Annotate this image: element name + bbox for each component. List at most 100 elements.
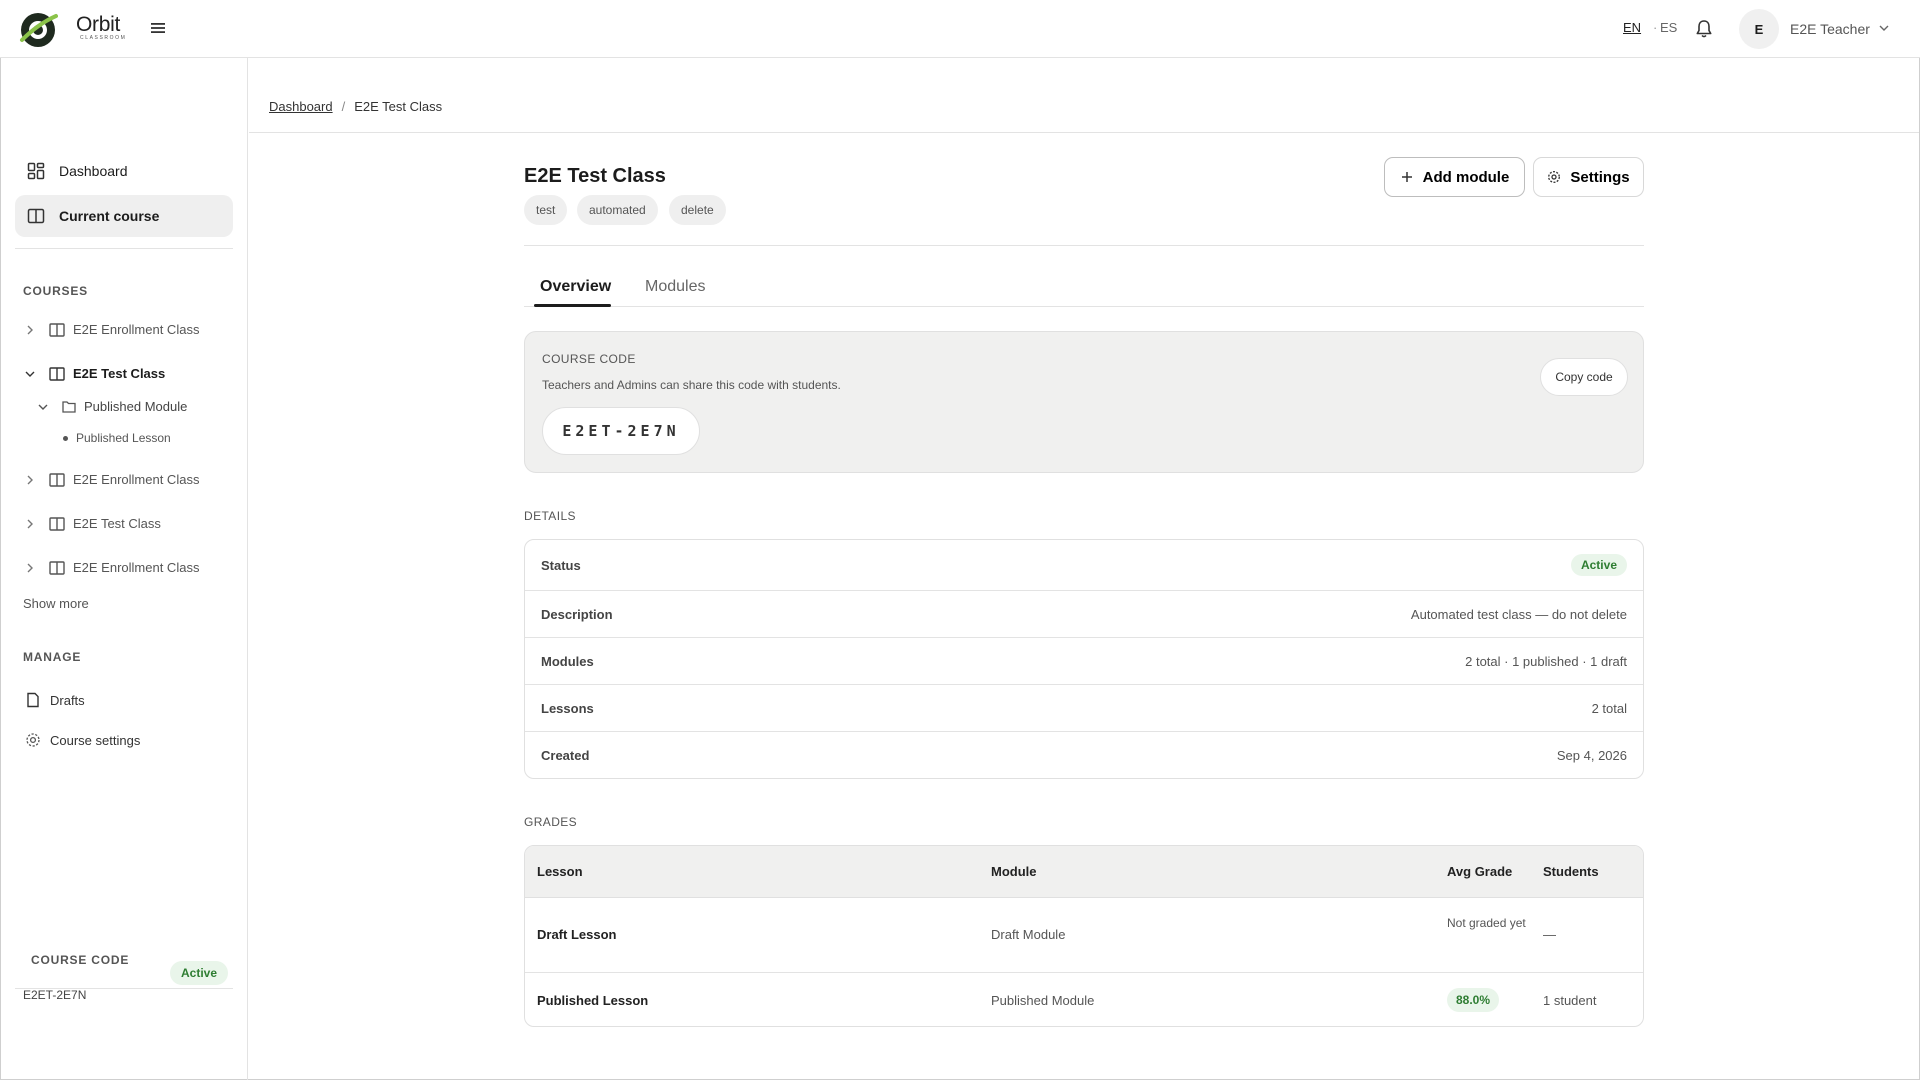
- sidebar-status-badge: Active: [170, 961, 229, 985]
- chevron-right-icon[interactable]: [25, 563, 35, 573]
- grades-heading: GRADES: [524, 815, 578, 829]
- breadcrumb-separator: /: [341, 99, 346, 114]
- course-label: E2E Test Class: [73, 516, 161, 531]
- add-module-button[interactable]: Add module: [1384, 157, 1525, 197]
- lesson-cell: Published Lesson: [537, 993, 649, 1008]
- grades-table: Lesson Module Avg Grade Students Draft L…: [524, 845, 1644, 1027]
- sidebar-item-label: Current course: [59, 208, 160, 224]
- page-title: E2E Test Class: [524, 165, 666, 187]
- active-tab-indicator: [534, 304, 611, 307]
- show-more-link[interactable]: Show more: [23, 596, 89, 611]
- sidebar-course-item[interactable]: E2E Enrollment Class: [25, 560, 199, 575]
- document-icon: [27, 692, 39, 708]
- sidebar-item-label: Dashboard: [59, 163, 128, 179]
- copy-code-button[interactable]: Copy code: [1540, 358, 1628, 396]
- user-avatar[interactable]: E: [1739, 9, 1779, 49]
- details-key: Lessons: [541, 701, 594, 716]
- grades-table-header: Lesson Module Avg Grade Students: [525, 846, 1643, 898]
- chevron-down-icon[interactable]: [38, 402, 48, 412]
- chevron-down-icon[interactable]: [1879, 24, 1889, 32]
- sidebar-lesson-item[interactable]: Published Lesson: [63, 431, 171, 445]
- course-tabs: Overview Modules: [524, 270, 1644, 307]
- courses-heading: COURSES: [23, 284, 88, 298]
- course-code-label: COURSE CODE: [542, 352, 636, 366]
- breadcrumb-bar: Dashboard / E2E Test Class: [249, 81, 1919, 133]
- sidebar-module-item[interactable]: Published Module: [38, 399, 187, 414]
- column-header[interactable]: Students: [1543, 864, 1599, 879]
- chevron-right-icon[interactable]: [25, 475, 35, 485]
- sidebar-item-drafts[interactable]: Drafts: [25, 692, 85, 708]
- module-label: Published Module: [84, 399, 188, 414]
- sidebar-course-item[interactable]: E2E Test Class: [25, 516, 161, 531]
- sidebar-divider: [15, 248, 233, 249]
- details-row: Description Automated test class — do no…: [525, 591, 1643, 638]
- tab-modules[interactable]: Modules: [645, 278, 705, 296]
- manage-heading: MANAGE: [23, 650, 82, 664]
- menu-icon[interactable]: [150, 20, 166, 36]
- column-header[interactable]: Avg Grade: [1447, 864, 1512, 879]
- table-row[interactable]: Draft Lesson Draft Module Not graded yet…: [525, 898, 1643, 973]
- sidebar-item-label: Drafts: [50, 692, 85, 708]
- course-code-value: E2ET-2E7N: [542, 407, 700, 455]
- chevron-right-icon[interactable]: [25, 519, 35, 529]
- table-row[interactable]: Published Lesson Published Module 88.0% …: [525, 973, 1643, 1026]
- details-row: Created Sep 4, 2026: [525, 732, 1643, 778]
- students-cell: —: [1543, 927, 1556, 942]
- column-header[interactable]: Lesson: [537, 864, 583, 879]
- breadcrumb-dashboard-link[interactable]: Dashboard: [269, 99, 333, 114]
- add-module-label: Add module: [1422, 168, 1510, 186]
- sidebar-course-item-expanded[interactable]: E2E Test Class: [25, 366, 165, 381]
- dashboard-grid-icon: [27, 162, 45, 180]
- chevron-down-icon[interactable]: [25, 369, 35, 379]
- user-name[interactable]: E2E Teacher: [1790, 21, 1870, 37]
- details-value: 2 total · 1 published · 1 draft: [1465, 654, 1627, 669]
- sidebar-course-code-label: COURSE CODE: [31, 953, 130, 967]
- bell-icon[interactable]: [1695, 19, 1713, 39]
- brand-subtitle: CLASSROOM: [80, 35, 127, 41]
- details-value: Automated test class — do not delete: [1410, 607, 1627, 622]
- column-header[interactable]: Module: [991, 864, 1037, 879]
- course-code-card: COURSE CODE Teachers and Admins can shar…: [524, 331, 1644, 473]
- sidebar-course-item[interactable]: E2E Enrollment Class: [25, 322, 199, 337]
- top-bar: Orbit CLASSROOM EN · ES E E2E Teacher: [0, 0, 1920, 58]
- book-open-icon: [27, 208, 45, 224]
- course-label: E2E Enrollment Class: [73, 322, 200, 337]
- book-icon: [49, 472, 65, 487]
- lang-es-link[interactable]: ES: [1660, 20, 1677, 35]
- course-tag: automated: [577, 195, 658, 225]
- details-value: Sep 4, 2026: [1556, 748, 1627, 763]
- status-badge: Active: [1570, 554, 1627, 576]
- settings-label: Settings: [1570, 168, 1630, 186]
- settings-button[interactable]: Settings: [1533, 157, 1644, 197]
- sidebar-item-current-course[interactable]: Current course: [15, 195, 233, 237]
- lang-en-link[interactable]: EN: [1623, 20, 1641, 35]
- grade-badge: 88.0%: [1447, 988, 1500, 1012]
- details-table: Status Active Description Automated test…: [524, 539, 1644, 779]
- tab-overview[interactable]: Overview: [540, 278, 611, 296]
- sidebar-item-course-settings[interactable]: Course settings: [25, 732, 140, 748]
- breadcrumb: Dashboard / E2E Test Class: [269, 99, 442, 114]
- details-row: Modules 2 total · 1 published · 1 draft: [525, 638, 1643, 685]
- students-cell: 1 student: [1543, 993, 1597, 1008]
- details-heading: DETAILS: [524, 509, 576, 523]
- details-key: Created: [541, 748, 590, 763]
- orbit-logo-icon[interactable]: [18, 10, 58, 50]
- title-divider: [524, 245, 1644, 246]
- lesson-cell: Draft Lesson: [537, 927, 617, 942]
- gear-icon: [1548, 171, 1561, 183]
- course-label: E2E Test Class: [73, 366, 166, 381]
- brand[interactable]: Orbit CLASSROOM: [76, 14, 127, 41]
- sidebar-course-item[interactable]: E2E Enrollment Class: [25, 472, 199, 487]
- module-cell: Published Module: [991, 993, 1095, 1008]
- chevron-right-icon[interactable]: [25, 325, 35, 335]
- course-label: E2E Enrollment Class: [73, 560, 200, 575]
- folder-icon: [62, 401, 76, 413]
- sidebar-item-label: Course settings: [50, 732, 141, 748]
- details-key: Description: [541, 607, 613, 622]
- sidebar: Dashboard Current course COURSES E2E Enr…: [0, 58, 248, 1080]
- details-key: Modules: [541, 654, 594, 669]
- book-icon: [49, 516, 65, 531]
- details-row: Status Active: [525, 540, 1643, 591]
- book-icon: [49, 366, 65, 381]
- sidebar-item-dashboard[interactable]: Dashboard: [15, 150, 233, 192]
